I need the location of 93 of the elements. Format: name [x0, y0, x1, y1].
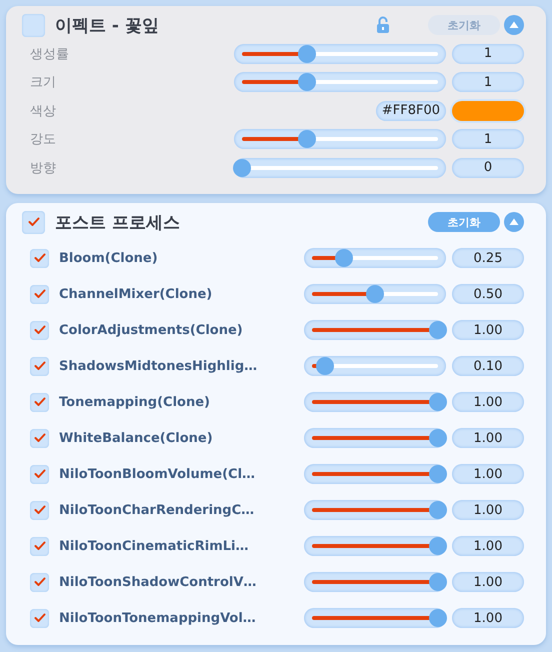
checkbox[interactable]: [30, 392, 49, 412]
color-swatch[interactable]: [452, 100, 524, 120]
checkbox[interactable]: [30, 284, 49, 304]
value-field[interactable]: 1.00: [452, 428, 524, 448]
checkbox[interactable]: [22, 210, 45, 234]
slider[interactable]: [304, 500, 446, 520]
slider-thumb[interactable]: [334, 249, 352, 267]
checkbox[interactable]: [30, 500, 49, 520]
slider-thumb[interactable]: [233, 158, 251, 176]
check-icon: [34, 361, 46, 371]
effect-name: ColorAdjustments(Clone): [59, 322, 243, 338]
check-icon: [34, 433, 46, 443]
slider-thumb[interactable]: [298, 130, 316, 148]
value-field[interactable]: 1: [452, 72, 524, 92]
slider[interactable]: [304, 284, 446, 304]
slider-thumb[interactable]: [429, 429, 447, 447]
slider[interactable]: [304, 572, 446, 592]
checkbox[interactable]: [30, 320, 49, 340]
check-icon: [34, 325, 46, 335]
slider[interactable]: [304, 536, 446, 556]
value-field[interactable]: 0: [452, 158, 524, 178]
effect-name: NiloToonShadowControlV…: [59, 574, 256, 590]
checkbox[interactable]: [22, 14, 45, 36]
value-field[interactable]: 1.00: [452, 536, 524, 556]
effect-name: Tonemapping(Clone): [59, 394, 210, 410]
check-icon: [34, 289, 46, 299]
value-field[interactable]: 0.50: [452, 284, 524, 304]
slider[interactable]: [234, 44, 446, 64]
value-field[interactable]: 1.00: [452, 500, 524, 520]
panel-title: 이펙트 - 꽃잎: [55, 14, 159, 36]
value-field[interactable]: 1.00: [452, 392, 524, 412]
checkbox[interactable]: [30, 464, 49, 484]
hex-field[interactable]: #FF8F00: [376, 100, 446, 120]
check-icon: [34, 541, 46, 551]
check-icon: [34, 469, 46, 479]
checkbox[interactable]: [30, 428, 49, 448]
value-field[interactable]: 1.00: [452, 464, 524, 484]
check-icon: [34, 505, 46, 515]
effect-name: WhiteBalance(Clone): [59, 430, 213, 446]
value-field[interactable]: 0.10: [452, 356, 524, 376]
effect-name: ShadowsMidtonesHighlig…: [59, 358, 258, 374]
checkbox[interactable]: [30, 572, 49, 592]
slider-thumb[interactable]: [429, 465, 447, 483]
unlock-icon[interactable]: [376, 16, 390, 34]
checkbox[interactable]: [30, 536, 49, 556]
slider[interactable]: [304, 320, 446, 340]
slider[interactable]: [234, 129, 446, 149]
value-field[interactable]: 1: [452, 44, 524, 64]
slider-thumb[interactable]: [429, 573, 447, 591]
property-label: 크기: [29, 74, 56, 91]
effect-name: NiloToonBloomVolume(Cl…: [59, 466, 256, 482]
effect-name: ChannelMixer(Clone): [59, 286, 212, 302]
slider[interactable]: [304, 464, 446, 484]
slider-thumb[interactable]: [298, 44, 316, 62]
slider-thumb[interactable]: [366, 285, 384, 303]
collapse-button[interactable]: [504, 212, 524, 232]
property-label: 색상: [29, 102, 56, 120]
effect-name: Bloom(Clone): [59, 250, 158, 266]
slider-thumb[interactable]: [429, 609, 447, 627]
slider[interactable]: [234, 72, 446, 92]
slider[interactable]: [304, 248, 446, 268]
slider-thumb[interactable]: [429, 537, 447, 555]
check-icon: [34, 253, 46, 263]
slider-thumb[interactable]: [429, 501, 447, 519]
slider[interactable]: [304, 392, 446, 412]
slider-thumb[interactable]: [316, 357, 334, 375]
property-label: 강도: [29, 131, 56, 148]
slider-thumb[interactable]: [429, 393, 447, 411]
check-icon: [34, 577, 46, 587]
slider-thumb[interactable]: [298, 73, 316, 91]
slider[interactable]: [304, 428, 446, 448]
check-icon: [28, 217, 40, 227]
slider[interactable]: [234, 158, 446, 178]
panel-title: 포스트 프로세스: [55, 212, 180, 234]
value-field[interactable]: 1.00: [452, 608, 524, 628]
value-field[interactable]: 1.00: [452, 320, 524, 340]
value-field[interactable]: 0.25: [452, 248, 524, 268]
property-label: 방향: [29, 160, 56, 176]
check-icon: [34, 613, 46, 623]
value-field[interactable]: 1: [452, 129, 524, 149]
effect-name: NiloToonCharRenderingC…: [59, 502, 254, 518]
checkbox[interactable]: [30, 248, 49, 268]
check-icon: [34, 397, 46, 407]
slider-thumb[interactable]: [429, 321, 447, 339]
slider[interactable]: [304, 608, 446, 628]
collapse-button[interactable]: [504, 15, 524, 35]
effect-name: NiloToonTonemappingVol…: [59, 610, 256, 626]
value-field[interactable]: 1.00: [452, 572, 524, 592]
property-label: 생성률: [29, 46, 69, 62]
checkbox[interactable]: [30, 356, 49, 376]
slider[interactable]: [304, 356, 446, 376]
checkbox[interactable]: [30, 608, 49, 628]
effect-name: NiloToonCinematicRimLi…: [59, 538, 248, 554]
